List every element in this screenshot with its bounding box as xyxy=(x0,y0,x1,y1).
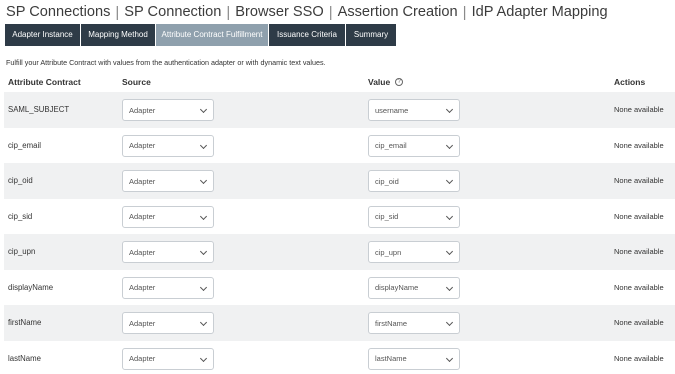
chevron-down-icon xyxy=(445,283,454,291)
source-select[interactable]: Adapter xyxy=(122,241,214,263)
actions-text: None available xyxy=(614,353,664,363)
wizard-tabs: Adapter Instance Mapping Method Attribut… xyxy=(5,24,397,46)
chevron-down-icon xyxy=(445,318,454,327)
source-select-value: Adapter xyxy=(129,105,156,115)
value-select[interactable]: cip_sid xyxy=(368,205,460,228)
value-select[interactable]: firstName xyxy=(368,312,460,334)
table-row: firstName Adapter firstName None availab… xyxy=(4,305,675,341)
breadcrumb-separator: | xyxy=(226,3,231,21)
attribute-name: cip_upn xyxy=(8,247,36,257)
table-row: SAML_SUBJECT Adapter username None avail… xyxy=(4,92,675,128)
breadcrumb-idp-adapter-mapping: IdP Adapter Mapping xyxy=(471,4,608,20)
actions-text: None available xyxy=(614,318,664,328)
table-header: Attribute Contract Source Value ? Action… xyxy=(4,72,675,92)
value-select-value: username xyxy=(375,105,409,115)
source-select-value: Adapter xyxy=(129,354,156,363)
source-select[interactable]: Adapter xyxy=(122,134,214,157)
value-select-value: lastName xyxy=(375,354,407,363)
actions-text: None available xyxy=(614,282,664,292)
chevron-down-icon xyxy=(199,141,208,149)
header-value: Value ? xyxy=(368,77,404,87)
chevron-down-icon xyxy=(199,105,208,114)
source-select[interactable]: Adapter xyxy=(122,347,214,370)
tab-issuance-criteria[interactable]: Issuance Criteria xyxy=(269,24,346,46)
tab-attribute-contract-fulfillment[interactable]: Attribute Contract Fulfillment xyxy=(156,24,269,46)
attribute-name: displayName xyxy=(8,282,54,292)
tab-adapter-instance[interactable]: Adapter Instance xyxy=(5,24,81,46)
value-select[interactable]: displayName xyxy=(368,276,460,299)
chevron-down-icon xyxy=(199,318,208,327)
table-row: cip_sid Adapter cip_sid None available xyxy=(4,199,675,235)
help-circle-icon[interactable]: ? xyxy=(395,78,404,86)
breadcrumb-separator: | xyxy=(462,3,467,21)
chevron-down-icon xyxy=(199,247,208,256)
chevron-down-icon xyxy=(199,212,208,220)
breadcrumb: SP Connections | SP Connection | Browser… xyxy=(6,3,608,21)
actions-text: None available xyxy=(614,105,664,115)
table-row: displayName Adapter displayName None ava… xyxy=(4,270,675,306)
table-row: cip_upn Adapter cip_upn None available xyxy=(4,234,675,270)
chevron-down-icon xyxy=(445,247,454,256)
value-select-value: cip_sid xyxy=(375,212,399,221)
attribute-name: cip_oid xyxy=(8,176,33,186)
chevron-down-icon xyxy=(445,141,454,149)
header-source: Source xyxy=(122,77,151,87)
value-select-value: cip_oid xyxy=(375,176,399,186)
attribute-name: SAML_SUBJECT xyxy=(8,105,70,115)
chevron-down-icon xyxy=(445,354,454,362)
chevron-down-icon xyxy=(199,283,208,291)
source-select-value: Adapter xyxy=(129,141,156,150)
header-value-label: Value xyxy=(368,77,391,87)
source-select[interactable]: Adapter xyxy=(122,276,214,299)
breadcrumb-sp-connection[interactable]: SP Connection xyxy=(124,4,221,20)
value-select[interactable]: lastName xyxy=(368,347,460,370)
tab-summary[interactable]: Summary xyxy=(346,24,397,46)
value-select-value: firstName xyxy=(375,318,408,328)
table-row: lastName Adapter lastName None available xyxy=(4,341,675,374)
value-select-value: displayName xyxy=(375,283,419,292)
breadcrumb-browser-sso[interactable]: Browser SSO xyxy=(235,4,323,20)
actions-text: None available xyxy=(614,140,664,150)
breadcrumb-separator: | xyxy=(115,3,120,21)
chevron-down-icon xyxy=(199,176,208,185)
value-select[interactable]: username xyxy=(368,99,460,121)
actions-text: None available xyxy=(614,176,664,186)
attribute-name: lastName xyxy=(8,353,41,363)
instructions-text: Fulfill your Attribute Contract with val… xyxy=(6,58,326,67)
value-select[interactable]: cip_email xyxy=(368,134,460,157)
source-select[interactable]: Adapter xyxy=(122,170,214,192)
chevron-down-icon xyxy=(445,176,454,185)
attribute-contract-table: Attribute Contract Source Value ? Action… xyxy=(4,72,675,374)
actions-text: None available xyxy=(614,247,664,257)
source-select-value: Adapter xyxy=(129,247,156,257)
attribute-name: cip_sid xyxy=(8,211,33,221)
breadcrumb-separator: | xyxy=(328,3,333,21)
breadcrumb-sp-connections[interactable]: SP Connections xyxy=(6,4,110,20)
source-select[interactable]: Adapter xyxy=(122,99,214,121)
attribute-name: firstName xyxy=(8,318,42,328)
value-select[interactable]: cip_upn xyxy=(368,241,460,263)
breadcrumb-assertion-creation[interactable]: Assertion Creation xyxy=(338,4,458,20)
actions-text: None available xyxy=(614,211,664,221)
source-select-value: Adapter xyxy=(129,212,156,221)
value-select-value: cip_upn xyxy=(375,247,402,257)
value-select-value: cip_email xyxy=(375,141,407,150)
source-select[interactable]: Adapter xyxy=(122,312,214,334)
tab-mapping-method[interactable]: Mapping Method xyxy=(81,24,156,46)
header-actions: Actions xyxy=(614,77,646,87)
attribute-name: cip_email xyxy=(8,140,41,150)
table-row: cip_oid Adapter cip_oid None available xyxy=(4,163,675,199)
chevron-down-icon xyxy=(199,354,208,362)
chevron-down-icon xyxy=(445,212,454,220)
value-select[interactable]: cip_oid xyxy=(368,170,460,192)
source-select-value: Adapter xyxy=(129,176,156,186)
source-select[interactable]: Adapter xyxy=(122,205,214,228)
header-attribute-contract: Attribute Contract xyxy=(8,77,81,87)
table-row: cip_email Adapter cip_email None availab… xyxy=(4,128,675,164)
source-select-value: Adapter xyxy=(129,283,156,292)
chevron-down-icon xyxy=(445,105,454,114)
source-select-value: Adapter xyxy=(129,318,156,328)
